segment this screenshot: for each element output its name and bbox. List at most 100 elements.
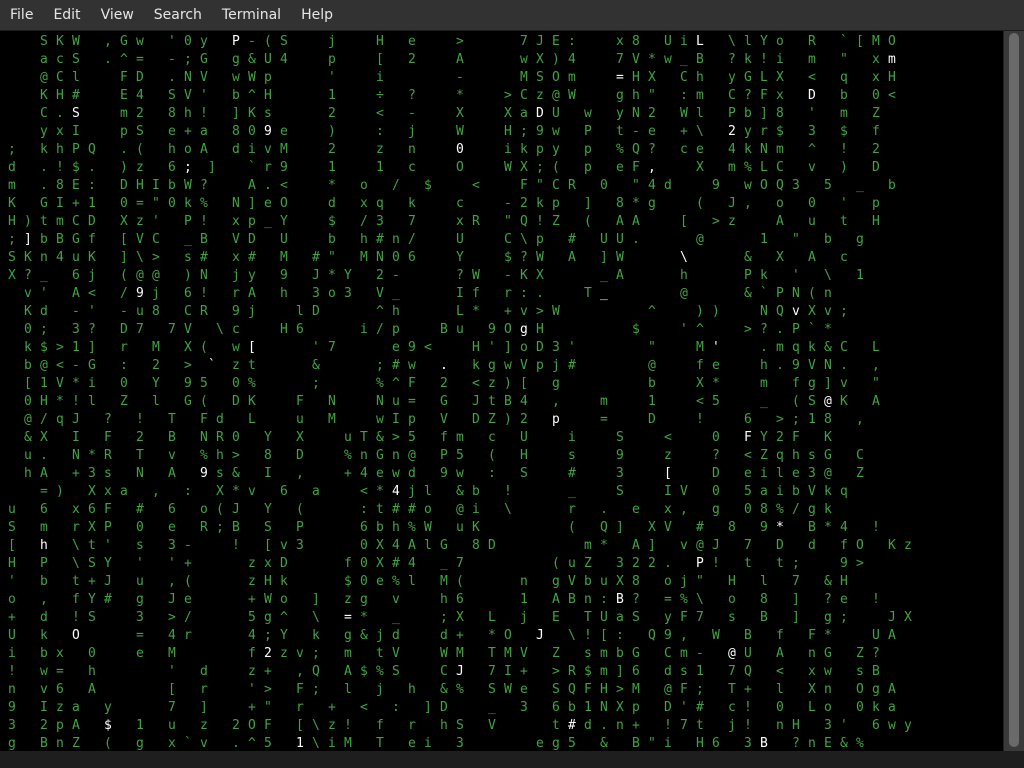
rain-glyph: < (664, 430, 672, 445)
rain-glyph: i (680, 34, 688, 49)
rain-glyph: g (552, 736, 560, 751)
rain-glyph: e (184, 592, 192, 607)
rain-glyph: \ (696, 124, 704, 139)
rain-glyph: B (504, 394, 512, 409)
rain-glyph: > (56, 340, 64, 355)
rain-glyph: D (472, 412, 480, 427)
rain-glyph: z (328, 718, 336, 733)
rain-glyph: v (280, 538, 288, 553)
rain-glyph: H (280, 322, 288, 337)
menu-help[interactable]: Help (291, 0, 343, 30)
rain-glyph: ! (200, 214, 208, 229)
rain-glyph: % (392, 574, 400, 589)
rain-glyph: g (488, 358, 496, 373)
rain-glyph: R (568, 664, 576, 679)
rain-glyph: n (584, 592, 592, 607)
rain-glyph: t (696, 718, 704, 733)
rain-glyph: ` (208, 358, 216, 373)
rain-glyph: E (552, 610, 560, 625)
rain-glyph: 7 (136, 322, 144, 337)
rain-glyph: u (568, 556, 576, 571)
rain-glyph: : (680, 88, 688, 103)
rain-glyph: 9 (664, 628, 672, 643)
rain-glyph: Q (568, 682, 576, 697)
rain-glyph: * (328, 178, 336, 193)
rain-glyph: _ (392, 286, 400, 301)
rain-glyph: A (888, 682, 896, 697)
rain-glyph: % (408, 520, 416, 535)
rain-glyph: q (840, 484, 848, 499)
rain-glyph: W (184, 178, 192, 193)
rain-glyph: + (88, 574, 96, 589)
rain-glyph: * (824, 628, 832, 643)
rain-glyph: ) (120, 160, 128, 175)
rain-glyph: U (600, 610, 608, 625)
scrollbar-thumb[interactable] (1009, 33, 1019, 747)
rain-glyph: z (488, 376, 496, 391)
rain-glyph: . (40, 178, 48, 193)
rain-glyph: v (792, 304, 800, 319)
rain-glyph: i (776, 484, 784, 499)
rain-glyph: p (328, 52, 336, 67)
rain-glyph: w (456, 466, 464, 481)
rain-glyph: Y (760, 34, 768, 49)
rain-glyph: % (856, 736, 864, 751)
rain-glyph: u (392, 394, 400, 409)
rain-glyph: 9 (488, 322, 496, 337)
rain-glyph: i (664, 736, 672, 751)
rain-glyph: S (136, 124, 144, 139)
rain-glyph: Q (776, 178, 784, 193)
rain-glyph: X (184, 340, 192, 355)
rain-glyph: 7 (744, 538, 752, 553)
rain-glyph: h (88, 664, 96, 679)
rain-glyph: k (24, 340, 32, 355)
rain-glyph: a (760, 484, 768, 499)
rain-glyph: ^ (392, 376, 400, 391)
rain-glyph: W (264, 592, 272, 607)
rain-glyph: 6 (360, 520, 368, 535)
terminal-viewport[interactable]: S K W, Gw ' 0 y P -(Sj He >7 J E: x 8 Ui L \ l Yo R `[M Oa c S. ^… (0, 31, 1003, 751)
rain-glyph: 9 (232, 304, 240, 319)
rain-glyph: J (72, 412, 80, 427)
rain-glyph: \ (568, 628, 576, 643)
rain-glyph: $ (504, 250, 512, 265)
rain-glyph: z (136, 214, 144, 229)
rain-glyph: M (280, 142, 288, 157)
rain-glyph: i (376, 70, 384, 85)
rain-glyph: K (40, 88, 48, 103)
rain-glyph: 8 (616, 196, 624, 211)
rain-glyph: m (344, 646, 352, 661)
rain-glyph: = (56, 664, 64, 679)
rain-glyph: F (760, 88, 768, 103)
rain-glyph: 0 (88, 646, 96, 661)
rain-glyph: L (808, 700, 816, 715)
rain-glyph: * (72, 376, 80, 391)
rain-glyph: N (824, 358, 832, 373)
rain-glyph: r (232, 286, 240, 301)
rain-glyph: g (872, 682, 880, 697)
rain-glyph: L (488, 610, 496, 625)
rain-glyph: x (776, 88, 784, 103)
rain-glyph: 5 (456, 448, 464, 463)
rain-glyph: O (856, 682, 864, 697)
rain-glyph: ^ (376, 304, 384, 319)
menu-view[interactable]: View (91, 0, 144, 30)
menu-search[interactable]: Search (144, 0, 212, 30)
rain-glyph: p (872, 196, 880, 211)
rain-glyph: . (536, 286, 544, 301)
rain-glyph: H (600, 682, 608, 697)
rain-glyph: 0 (360, 556, 368, 571)
rain-glyph: g (552, 376, 560, 391)
rain-glyph: ( (456, 574, 464, 589)
rain-glyph: D (536, 106, 544, 121)
terminal-scrollbar[interactable] (1003, 31, 1024, 751)
rain-glyph: M (328, 412, 336, 427)
rain-glyph: * (648, 52, 656, 67)
rain-glyph: > (744, 322, 752, 337)
menu-terminal[interactable]: Terminal (212, 0, 291, 30)
menu-file[interactable]: File (0, 0, 43, 30)
rain-glyph: k (408, 196, 416, 211)
menu-edit[interactable]: Edit (43, 0, 90, 30)
rain-glyph: l (744, 34, 752, 49)
rain-glyph: < (360, 484, 368, 499)
